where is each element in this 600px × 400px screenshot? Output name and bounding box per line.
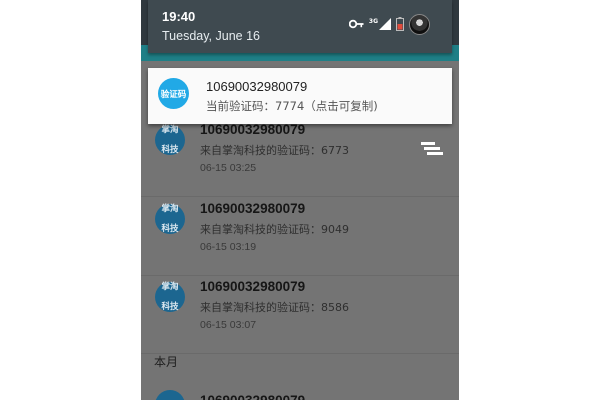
contact-avatar — [155, 390, 185, 400]
notification-title: 10690032980079 — [206, 79, 308, 94]
contact-avatar: 掌淘 科技 — [155, 125, 185, 155]
phone-screen: 19:40 Tuesday, June 16 3G 掌淘 科技 106900329… — [141, 0, 459, 400]
list-item[interactable]: 掌淘 科技 10690032980079 来自掌淘科技的验证码：8586 06-1… — [141, 275, 459, 354]
network-type-label: 3G — [368, 17, 378, 25]
verification-code-badge: 验证码 — [158, 78, 189, 109]
message-body: 来自掌淘科技的验证码：8586 — [200, 301, 349, 314]
battery-icon — [396, 17, 404, 31]
message-sender: 10690032980079 — [200, 201, 306, 216]
list-item[interactable]: 10690032980079 — [141, 383, 459, 400]
message-sender: 10690032980079 — [200, 279, 306, 294]
message-body: 来自掌淘科技的验证码：9049 — [200, 223, 349, 236]
message-body: 来自掌淘科技的验证码：6773 — [200, 144, 349, 157]
list-item[interactable]: 掌淘 科技 10690032980079 来自掌淘科技的验证码：6773 06-1… — [141, 118, 459, 197]
notification-text[interactable]: 当前验证码：7774（点击可复制) — [206, 98, 378, 114]
status-time: 19:40 — [162, 9, 196, 24]
contact-avatar: 掌淘 科技 — [155, 282, 185, 312]
contact-avatar: 掌淘 科技 — [155, 204, 185, 234]
avatar-icon[interactable] — [409, 13, 430, 35]
message-time: 06-15 03:25 — [200, 162, 257, 174]
section-label: 本月 — [154, 355, 179, 369]
menu-icon[interactable] — [421, 142, 445, 160]
status-date: Tuesday, June 16 — [162, 29, 260, 43]
heads-up-notification[interactable]: 验证码 10690032980079 当前验证码：7774（点击可复制) — [148, 68, 452, 124]
message-time: 06-15 03:19 — [200, 241, 257, 253]
message-time: 06-15 03:07 — [200, 319, 257, 331]
quick-settings-header[interactable]: 19:40 Tuesday, June 16 3G — [148, 0, 452, 53]
message-sender: 10690032980079 — [200, 393, 305, 400]
signal-icon — [379, 18, 391, 30]
key-icon — [348, 19, 364, 29]
message-sender: 10690032980079 — [200, 122, 306, 137]
section-header: 本月 — [141, 344, 459, 380]
status-icons: 3G — [348, 13, 430, 35]
list-item[interactable]: 掌淘 科技 10690032980079 来自掌淘科技的验证码：9049 06-1… — [141, 197, 459, 276]
